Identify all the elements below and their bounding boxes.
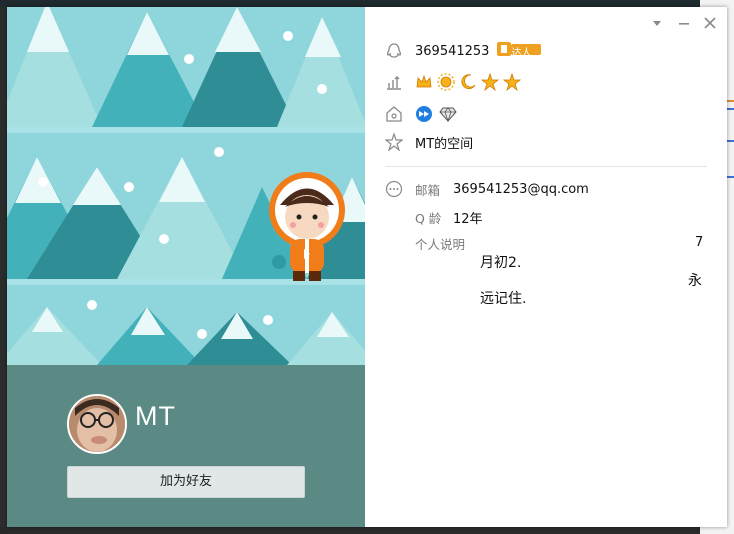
email-label: 邮箱 <box>415 182 441 198</box>
qq-number-row: 369541253 达人 <box>385 40 561 62</box>
crown-icon <box>416 74 432 88</box>
star-outline-icon <box>384 132 404 152</box>
background-top <box>0 0 734 7</box>
more-icon[interactable] <box>385 180 403 198</box>
qage-row: Q 龄 12年 <box>415 206 483 228</box>
penguin-icon <box>385 42 403 60</box>
qq-number: 369541253 <box>415 43 490 59</box>
space-row: MT的空间 <box>384 131 473 153</box>
profile-left-panel: MT 加为好友 <box>7 7 365 527</box>
service-icons[interactable] <box>415 105 457 123</box>
profile-right-panel: 369541253 达人 MT的空间 邮箱 369541253@qq.com Q… <box>365 7 727 527</box>
background-bottom <box>0 527 734 534</box>
space-link[interactable]: MT的空间 <box>415 133 473 152</box>
qage-label: Q 龄 <box>415 210 442 226</box>
diamond-icon <box>439 107 457 123</box>
level-chart-icon <box>385 73 403 91</box>
minimize-icon[interactable] <box>676 15 692 31</box>
divider <box>385 166 707 167</box>
signature-line: 月初2. <box>480 255 522 271</box>
signature-line: 永 <box>688 273 702 289</box>
nickname: MT <box>135 401 176 431</box>
profile-card <box>7 365 365 527</box>
add-friend-button[interactable]: 加为好友 <box>67 466 305 498</box>
signature-label: 个人说明 <box>415 236 466 252</box>
vip-badge-label: 达人 <box>511 47 532 59</box>
qage-value: 12年 <box>453 211 483 227</box>
service-row <box>385 103 457 125</box>
sun-icon <box>437 73 455 91</box>
cover-scene <box>7 7 365 365</box>
signature-line: 7 <box>695 235 704 250</box>
moon-icon <box>461 74 476 89</box>
level-row <box>385 71 521 93</box>
star-icon <box>503 73 521 91</box>
cover-illustration <box>7 7 365 365</box>
profile-window: MT 加为好友 369541253 达人 MT的空间 邮箱 369541253@… <box>7 7 727 527</box>
signature-line: 远记住. <box>480 291 527 307</box>
avatar[interactable] <box>67 394 127 454</box>
star-icon <box>481 73 499 91</box>
avatar-photo <box>69 396 125 452</box>
fast-forward-icon <box>416 106 432 122</box>
house-icon <box>385 105 403 123</box>
email-value[interactable]: 369541253@qq.com <box>453 182 589 197</box>
close-icon[interactable] <box>702 15 718 31</box>
signature-row: 个人说明 <box>415 232 465 254</box>
level-icons[interactable] <box>415 73 521 91</box>
dropdown-icon[interactable] <box>649 15 665 31</box>
email-row: 邮箱 369541253@qq.com <box>385 178 589 200</box>
